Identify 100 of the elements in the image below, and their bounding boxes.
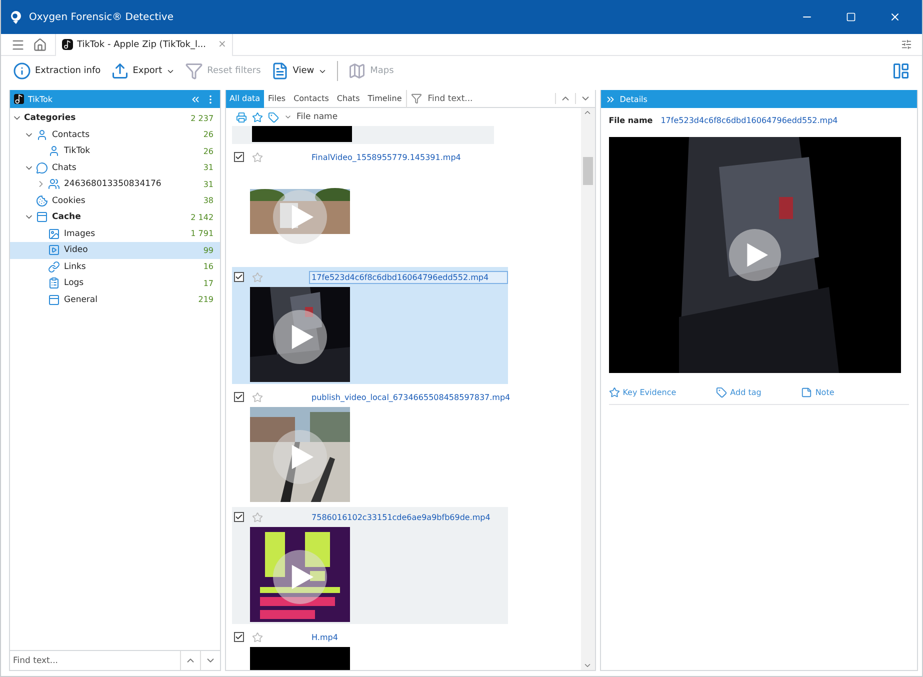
tree-item[interactable]: TikTok 26 — [10, 143, 220, 160]
file-item[interactable]: FinalVideo_1558955779.145391.mp4 — [232, 147, 508, 264]
file-name: 17fe523d4c6f8c6dbd16064796edd552.mp4 — [308, 270, 508, 284]
column-header[interactable]: File name — [296, 112, 338, 122]
tree-item[interactable]: General 219 — [10, 292, 220, 308]
tree-item[interactable]: Contacts 26 — [10, 126, 220, 143]
note-icon — [801, 387, 812, 398]
caret-icon[interactable] — [284, 113, 292, 121]
map-icon — [348, 62, 366, 80]
toolbar-button[interactable]: Extraction info — [13, 62, 101, 80]
item-count: 16 — [203, 262, 214, 272]
tag-button[interactable] — [268, 112, 279, 122]
node-label: TikTok — [64, 146, 92, 156]
home-button[interactable] — [33, 38, 47, 52]
item-count: 31 — [203, 163, 214, 172]
node-label: Cache — [52, 212, 82, 222]
tree-item[interactable]: 246368013350834176 31 — [10, 176, 220, 192]
star-icon[interactable] — [252, 152, 263, 162]
star-icon[interactable] — [252, 512, 263, 522]
menu-icon — [11, 38, 25, 52]
document-icon — [270, 62, 289, 80]
clipboard-icon — [48, 277, 60, 290]
node-label: Logs — [64, 278, 85, 288]
item-count: 31 — [203, 180, 214, 189]
collapse-button[interactable] — [190, 94, 201, 104]
user-icon — [36, 128, 48, 141]
checkbox[interactable] — [234, 152, 244, 162]
tree-item[interactable]: Video 99 — [10, 242, 220, 258]
cookie-icon — [36, 194, 48, 207]
star-icon[interactable] — [252, 392, 263, 402]
window-title: Oxygen Forensic® Detective — [29, 12, 174, 22]
file-name-link[interactable]: 17fe523d4c6f8c6dbd16064796edd552.mp4 — [660, 116, 838, 125]
expand-icon[interactable] — [604, 94, 616, 104]
tree-item[interactable]: Categories 2 237 — [10, 110, 220, 126]
action-button[interactable]: Add tag — [716, 387, 762, 398]
layout-icon — [892, 62, 910, 80]
star-icon[interactable] — [252, 632, 263, 642]
document-tab[interactable]: TikTok - Apple Zip (TikTok_l... × — [55, 34, 234, 56]
users-icon — [48, 178, 60, 190]
tree-item[interactable]: Cookies 38 — [10, 192, 220, 209]
toolbar-button[interactable]: Export — [110, 62, 176, 80]
scrollbar[interactable] — [580, 108, 595, 670]
tree-item[interactable]: Logs 17 — [10, 275, 220, 292]
node-label: Categories — [24, 113, 77, 124]
double-chevron-icon — [190, 94, 201, 104]
chat-icon — [36, 162, 48, 174]
item-count: 2 237 — [190, 114, 214, 123]
upload-icon — [110, 62, 129, 80]
tree-item[interactable]: Cache 2 142 — [10, 209, 220, 226]
layout-button[interactable] — [892, 62, 910, 80]
node-label: Images — [64, 228, 96, 239]
panel-icon — [36, 211, 48, 224]
toolbar-button[interactable]: View — [270, 62, 328, 80]
tree-item[interactable]: Links 16 — [10, 258, 220, 275]
menu-button[interactable] — [11, 38, 25, 52]
note-icon — [62, 39, 73, 50]
tree-item[interactable]: Images 1 791 — [10, 226, 220, 242]
image-icon — [48, 228, 60, 240]
note-icon — [14, 94, 24, 104]
file-item[interactable]: 17fe523d4c6f8c6dbd16064796edd552.mp4 — [232, 267, 508, 384]
tag-icon — [716, 387, 728, 398]
scroll-thumb[interactable] — [582, 157, 593, 185]
info-icon — [13, 62, 31, 80]
data-tab[interactable]: Contacts — [290, 90, 333, 108]
panel-icon — [48, 294, 60, 306]
filter-icon — [410, 93, 422, 104]
data-tab[interactable]: Chats — [332, 90, 364, 108]
item-count: 219 — [198, 295, 214, 304]
app-logo-icon — [9, 10, 23, 24]
home-icon — [33, 38, 47, 52]
data-tab[interactable]: Files — [264, 90, 290, 108]
checkbox[interactable] — [234, 272, 244, 282]
checkbox[interactable] — [234, 632, 244, 642]
tag-icon — [268, 112, 279, 122]
file-name: H.mp4 — [310, 632, 339, 644]
star-icon[interactable] — [252, 272, 263, 282]
checkbox[interactable] — [234, 512, 244, 522]
options-button[interactable] — [901, 39, 912, 50]
panel-title: TikTok — [28, 94, 54, 104]
file-item[interactable]: H.mp4 — [232, 627, 508, 670]
field-label: File name — [608, 116, 653, 125]
action-button[interactable]: Key Evidence — [608, 387, 676, 398]
panel-title: Details — [620, 94, 648, 104]
item-count: 38 — [203, 196, 214, 206]
tree-item[interactable]: Chats 31 — [10, 160, 220, 176]
print-button[interactable] — [236, 112, 247, 122]
chevron-down-icon[interactable] — [583, 661, 592, 670]
chevron-up-icon[interactable] — [583, 108, 592, 117]
video-icon — [48, 244, 60, 256]
file-item[interactable]: 7586016102c33151cde6ae9a9bfb69de.mp4 — [232, 507, 508, 624]
user-icon — [48, 145, 60, 158]
item-count: 26 — [203, 130, 214, 140]
star-icon — [608, 387, 620, 398]
star-button[interactable] — [252, 112, 263, 122]
item-count: 17 — [203, 278, 214, 288]
checkbox[interactable] — [234, 392, 244, 402]
data-tab[interactable]: Timeline — [364, 90, 406, 108]
link-icon — [48, 260, 60, 273]
node-label: 246368013350834176 — [64, 179, 162, 190]
node-label: Links — [64, 262, 87, 272]
